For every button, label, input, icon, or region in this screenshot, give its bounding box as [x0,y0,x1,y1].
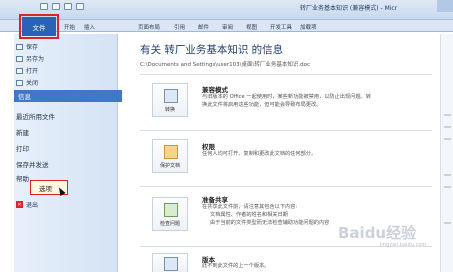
save-label: 保存 [26,44,39,51]
tab-page-layout[interactable]: 页面布局 [138,23,160,31]
nav-print[interactable]: 打印 [16,143,29,153]
property-line [444,222,451,224]
window-controls[interactable] [437,0,453,12]
exit-label: 退出 [26,202,39,209]
tab-review[interactable]: 审阅 [222,23,233,31]
tab-view[interactable]: 视图 [246,23,257,31]
word-logo-icon [40,3,48,10]
nav-new[interactable]: 新建 [16,127,29,137]
tab-home[interactable]: 开始 [64,23,75,31]
compatibility-desc-2: 换此文件将启用这些功能，但可能会导致布局更改。 [202,102,322,108]
nav-help[interactable]: 帮助 [16,173,29,183]
properties-strip [440,34,453,272]
check-icon [164,203,178,217]
property-line [444,114,451,116]
check-issues-label: 检查问题 [159,221,180,227]
prepare-sharing-desc: 在共享此文件前，请注意其包含以下内容: [202,204,298,210]
compatibility-desc-1: 与旧版本的 Office 一起使用时，某些新功能被禁用，以防止出现问题。转 [202,94,371,100]
versions-desc: 此不到此文件的上一个版本。 [202,263,270,269]
section-compatibility: 转换 兼容模式 与旧版本的 Office 一起使用时，某些新功能被禁用，以防止出… [140,74,432,124]
open-label: 打开 [26,68,39,75]
redo-icon[interactable] [76,3,84,10]
save-command[interactable]: 保存 [16,42,38,51]
section-permissions: 保护文档 权限 任何人均可打开、复制和更改此文档的任何部分。 [140,130,432,180]
watermark-url: jingyan.baidu.com [380,242,427,248]
property-line [444,186,451,188]
folder-icon [16,67,23,74]
nav-recent[interactable]: 最近所用文件 [16,111,55,121]
title-bar: 转厂业务基本知识 (兼容模式) - Micr [0,0,453,20]
close-doc-icon [16,79,23,86]
save-icon [16,43,23,50]
document-path: C:\Documents and Settings\user103\桌面\转厂业… [140,62,310,68]
save-as-command[interactable]: 另存为 [16,54,44,63]
tab-insert[interactable]: 插入 [84,23,95,31]
nav-save-send[interactable]: 保存并发送 [16,159,49,169]
check-issues-button[interactable]: 检查问题 [152,197,188,231]
prepare-sharing-bullet-1: 文档属性、作者的姓名和相关日期 [210,212,288,218]
protect-document-label: 保护文档 [159,163,180,169]
page-title: 有关 转厂业务基本知识 的信息 [140,44,284,56]
property-line [444,126,451,128]
options-label: 选项 [39,184,52,193]
save-as-icon [16,55,23,62]
save-icon[interactable] [52,3,60,10]
quick-access-toolbar [40,3,84,10]
exit-command[interactable]: ✕ 退出 [16,200,38,209]
tab-add-ins[interactable]: 加载项 [300,23,317,31]
property-line [444,138,451,140]
tab-mailings[interactable]: 邮件 [198,23,209,31]
prepare-sharing-bullet-2: 由于当前的文件类型而无法检查辅助功能问题的内容 [210,220,330,226]
tab-file[interactable]: 文件 [19,14,59,39]
exit-icon: ✕ [16,201,23,208]
document-icon [164,89,178,103]
property-line [444,174,451,176]
convert-button[interactable]: 转换 [152,83,188,117]
open-command[interactable]: 打开 [16,66,38,75]
protect-document-button[interactable]: 保护文档 [152,139,188,173]
permissions-desc: 任何人均可打开、复制和更改此文档的任何部分。 [202,151,317,157]
close-label: 关闭 [26,80,39,87]
tab-references[interactable]: 引用 [174,23,185,31]
save-as-label: 另存为 [26,56,45,63]
tab-developer[interactable]: 开发工具 [270,23,292,31]
window-title: 转厂业务基本知识 (兼容模式) - Micr [300,5,398,12]
lock-icon [164,145,178,159]
versions-icon [164,257,178,271]
close-command[interactable]: 关闭 [16,78,38,87]
watermark: Baidu经验 [338,224,417,242]
manage-versions-button[interactable] [152,253,188,272]
section-versions: 版本 此不到此文件的上一个版本。 [140,246,432,272]
undo-icon[interactable] [64,3,72,10]
nav-info[interactable]: 信息 [14,90,128,102]
convert-button-label: 转换 [164,107,175,113]
